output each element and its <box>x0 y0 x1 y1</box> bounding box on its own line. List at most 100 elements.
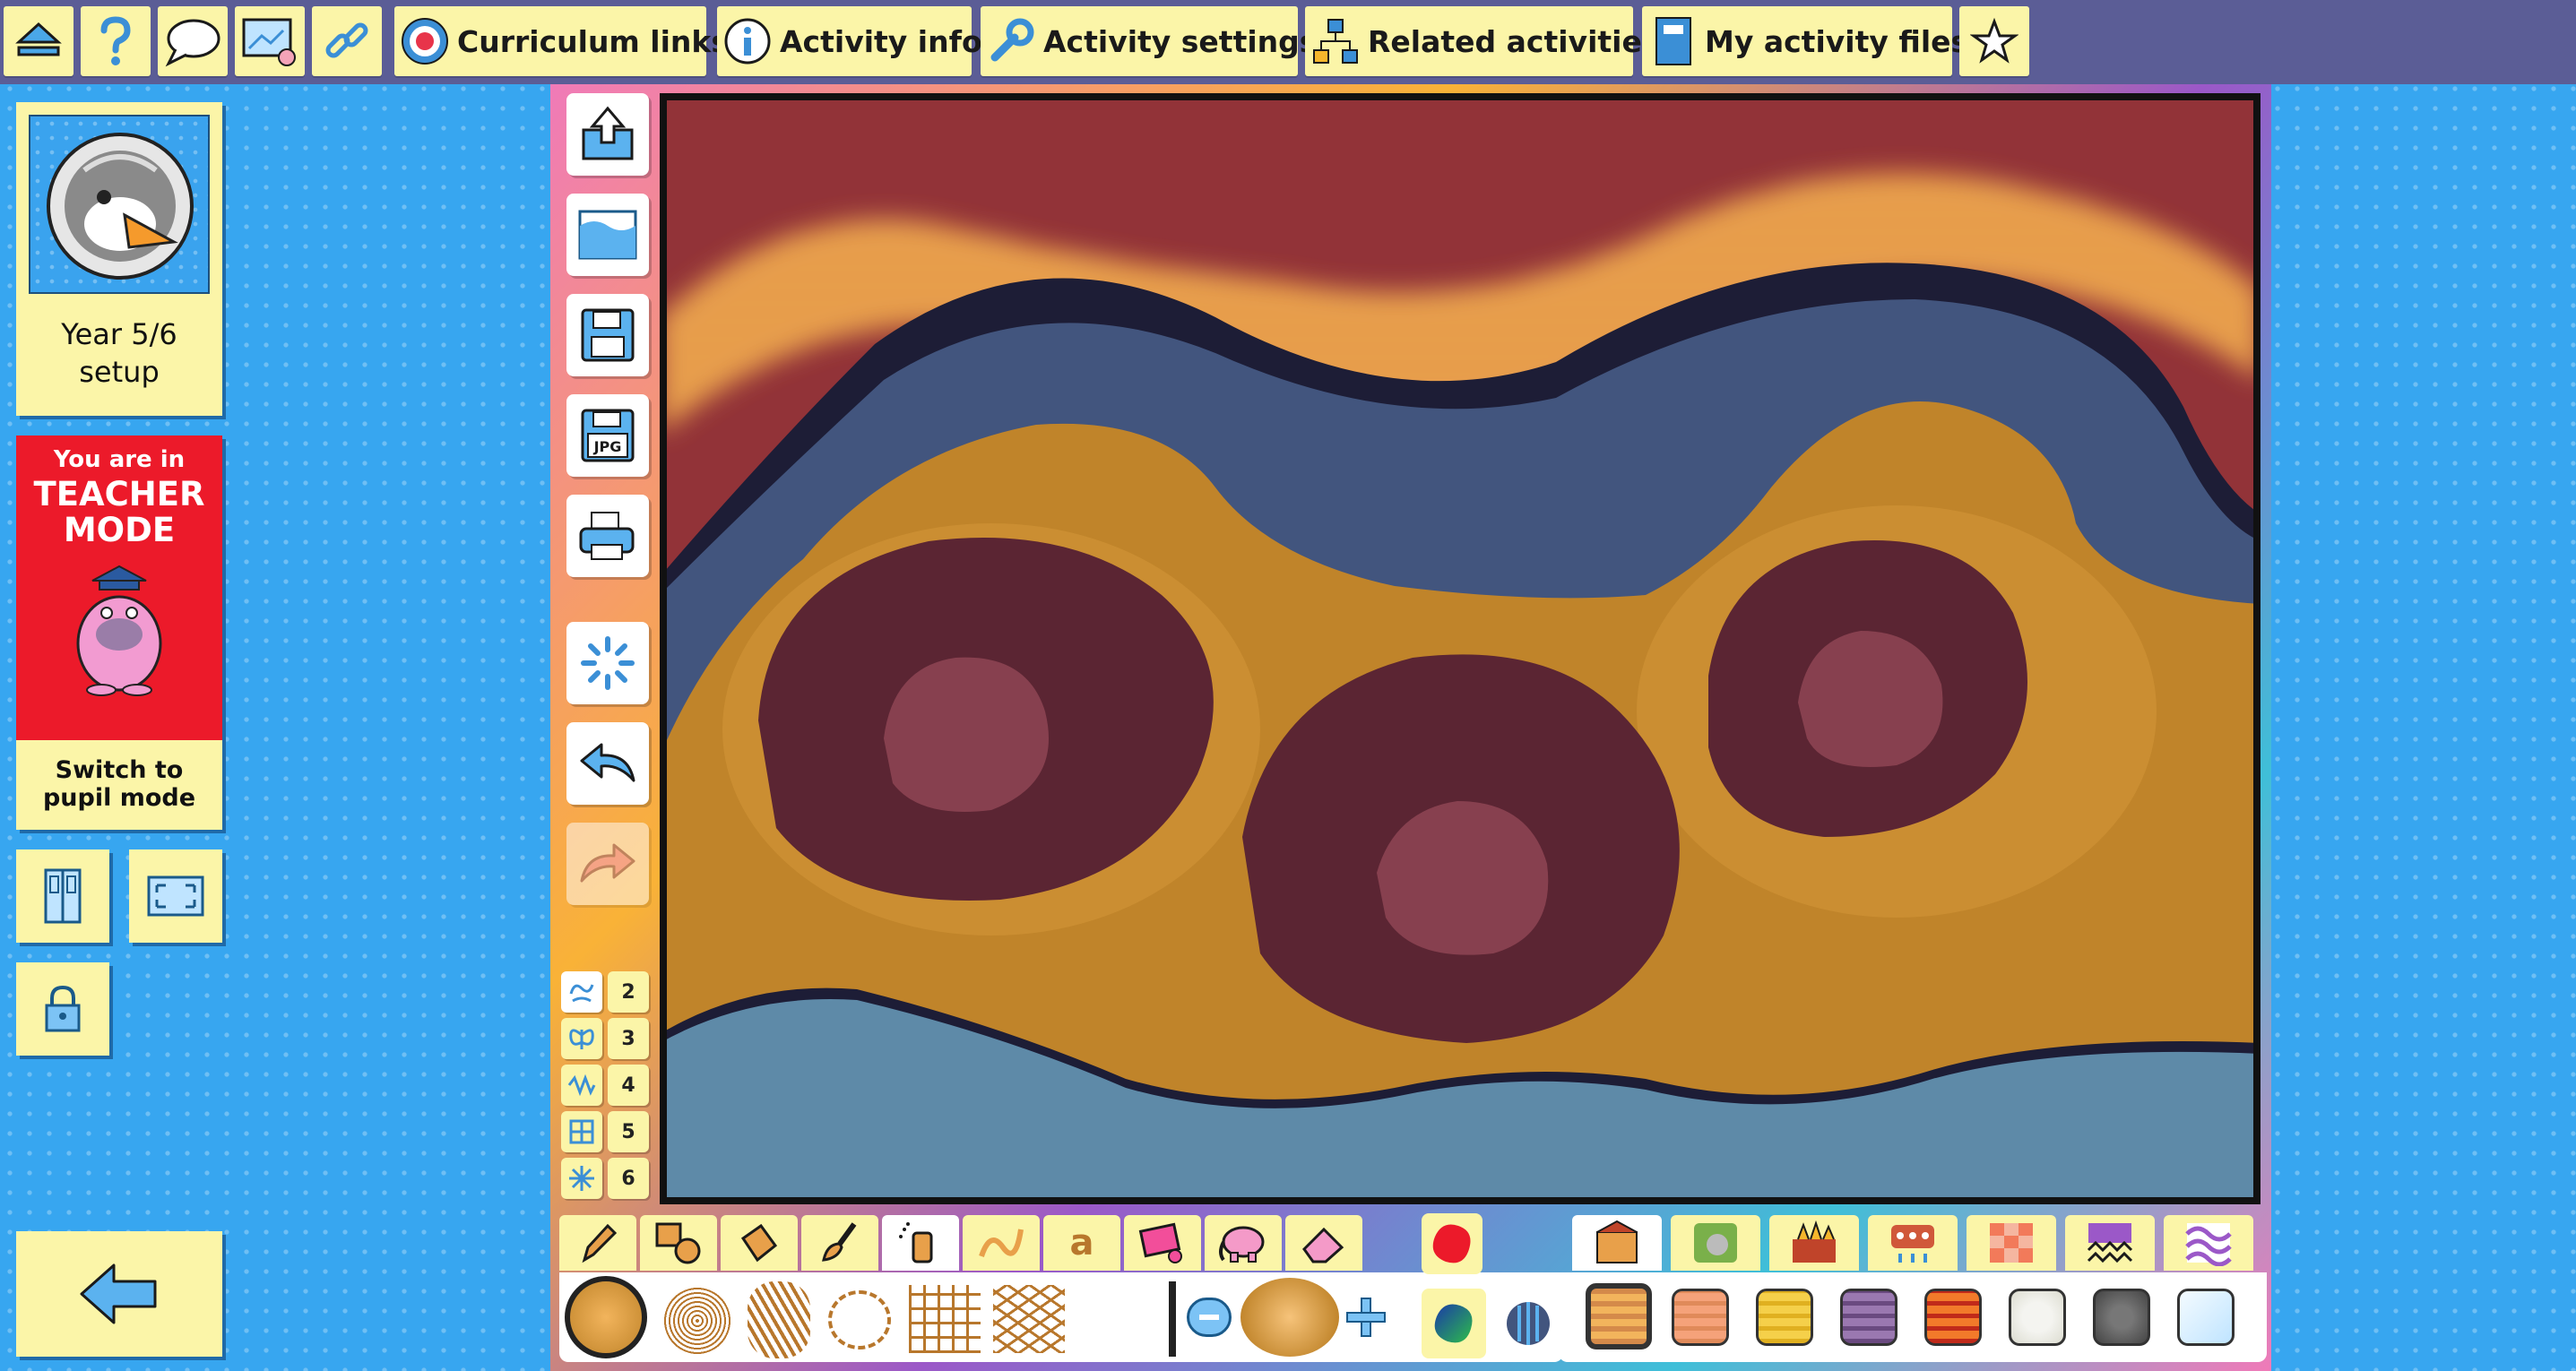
mirror-4-button[interactable]: 4 <box>608 1065 649 1106</box>
size-divider <box>1169 1281 1176 1357</box>
swatch-brick-yellow[interactable] <box>1756 1289 1813 1346</box>
mirror-3-label: 3 <box>621 1027 635 1050</box>
mirror-3-button[interactable]: 3 <box>608 1018 649 1059</box>
present-button[interactable] <box>235 6 305 76</box>
print-button[interactable] <box>566 495 649 577</box>
my-activity-files-button[interactable]: My activity files <box>1642 6 1968 76</box>
colour-picker-button[interactable] <box>1422 1213 1482 1274</box>
related-activities-label: Related activities <box>1368 23 1660 59</box>
clipart-tool-tab[interactable] <box>1205 1215 1282 1271</box>
share-link-button[interactable] <box>312 6 382 76</box>
grass-fills-tab[interactable] <box>1671 1215 1760 1271</box>
switch-line-1: Switch to <box>55 756 184 784</box>
swatch-brick-red[interactable] <box>1924 1289 1982 1346</box>
save-jpg-button[interactable]: JPG <box>566 394 649 477</box>
curriculum-links-label: Curriculum links <box>457 23 730 59</box>
redo-icon <box>580 843 635 883</box>
curly-pattern-icon <box>979 1229 1024 1258</box>
pencil-icon <box>582 1223 618 1263</box>
spray-texture-grid[interactable] <box>909 1285 981 1353</box>
fire-icon <box>1793 1220 1836 1263</box>
size-decrease-button[interactable] <box>1187 1298 1232 1337</box>
swatch-stone-grey[interactable] <box>2093 1289 2150 1346</box>
pencil-tool-tab[interactable] <box>559 1215 636 1271</box>
setup-label: Year 5/6 setup <box>16 315 222 391</box>
mode-title: TEACHER MODE <box>16 477 222 548</box>
redo-button[interactable] <box>566 823 649 905</box>
class-setup-card[interactable]: Year 5/6 setup <box>16 102 222 416</box>
activity-info-button[interactable]: Activity info <box>717 6 982 76</box>
activity-settings-button[interactable]: Activity settings <box>981 6 1317 76</box>
home-eject-icon <box>15 22 62 56</box>
wave-fills-tab[interactable] <box>2164 1215 2253 1271</box>
penguin-astronaut-icon <box>47 133 194 280</box>
size-increase-button[interactable] <box>1341 1292 1391 1342</box>
symmetry-zigzag-button[interactable] <box>561 1065 602 1106</box>
elephant-icon <box>1219 1226 1265 1263</box>
gradient-fill-button[interactable] <box>1422 1289 1486 1358</box>
fill-swatch-panel <box>1559 1272 2267 1362</box>
background-icon <box>578 210 637 260</box>
activity-settings-label: Activity settings <box>1043 23 1318 59</box>
chat-button[interactable] <box>158 6 228 76</box>
favourite-button[interactable] <box>1959 6 2029 76</box>
spray-tool-tab[interactable] <box>882 1215 959 1271</box>
draw-mode-scribble[interactable] <box>561 971 602 1013</box>
bottom-toolbar: a <box>550 1208 2271 1371</box>
fill-tool-tab[interactable] <box>721 1215 798 1271</box>
stamp-tool-tab[interactable] <box>1124 1215 1201 1271</box>
swatch-brick-purple[interactable] <box>1840 1289 1897 1346</box>
question-icon <box>100 16 131 65</box>
symmetry-radial-button[interactable] <box>561 1158 602 1199</box>
curriculum-links-button[interactable]: Curriculum links <box>394 6 729 76</box>
mode-switch-card[interactable]: You are in TEACHER MODE Switch to pupil … <box>16 435 222 830</box>
spray-texture-dots[interactable] <box>663 1287 731 1355</box>
undo-button[interactable] <box>566 722 649 805</box>
spray-texture-loops[interactable] <box>828 1290 891 1349</box>
jpg-label: JPG <box>593 438 622 455</box>
pattern-tool-tab[interactable] <box>963 1215 1040 1271</box>
swatch-brick-tan-selected[interactable] <box>1586 1283 1652 1349</box>
stamp-icon <box>1138 1222 1182 1263</box>
swatch-ice[interactable] <box>2177 1289 2235 1346</box>
back-button[interactable] <box>16 1231 222 1357</box>
mirror-5-label: 5 <box>621 1120 635 1143</box>
stripe-fill-button[interactable] <box>1497 1289 1560 1358</box>
quad-mirror-icon <box>569 1119 594 1144</box>
spray-size-selected[interactable] <box>565 1276 647 1358</box>
brick-fills-tab[interactable] <box>1572 1215 1662 1271</box>
brush-tool-tab[interactable] <box>801 1215 878 1271</box>
swatch-stone-white[interactable] <box>2009 1289 2066 1346</box>
mirror-5-button[interactable]: 5 <box>608 1111 649 1152</box>
eraser-tool-tab[interactable] <box>1285 1215 1362 1271</box>
clear-canvas-button[interactable] <box>566 622 649 704</box>
swatch-brick-peach[interactable] <box>1672 1289 1729 1346</box>
zigzag-fills-tab[interactable] <box>2065 1215 2155 1271</box>
save-jpg-icon: JPG <box>581 409 635 462</box>
decor-fills-tab[interactable] <box>1868 1215 1958 1271</box>
fire-fills-tab[interactable] <box>1769 1215 1859 1271</box>
spray-texture-streak[interactable] <box>748 1281 810 1358</box>
shape-tool-tab[interactable] <box>640 1215 717 1271</box>
open-file-button[interactable] <box>566 93 649 176</box>
spray-texture-cross[interactable] <box>993 1285 1065 1353</box>
mirror-6-button[interactable]: 6 <box>608 1158 649 1199</box>
save-button[interactable] <box>566 294 649 376</box>
lock-button[interactable] <box>16 962 109 1056</box>
mirror-2-button[interactable]: 2 <box>608 971 649 1013</box>
panels-button[interactable] <box>16 849 109 943</box>
related-activities-button[interactable]: Related activities <box>1305 6 1660 76</box>
fullscreen-button[interactable] <box>129 849 222 943</box>
drawing-canvas[interactable] <box>660 93 2260 1205</box>
text-tool-tab[interactable]: a <box>1043 1215 1120 1271</box>
gradient-blob-icon <box>1434 1304 1473 1343</box>
symmetry-quad-button[interactable] <box>561 1111 602 1152</box>
tile-fills-tab[interactable] <box>1967 1215 2056 1271</box>
symmetry-butterfly-button[interactable] <box>561 1018 602 1059</box>
eraser-icon <box>1302 1227 1344 1263</box>
help-button[interactable] <box>81 6 151 76</box>
home-button[interactable] <box>4 6 73 76</box>
zigzag-icon <box>2087 1223 2133 1263</box>
door-panels-icon <box>44 868 82 924</box>
background-button[interactable] <box>566 194 649 276</box>
